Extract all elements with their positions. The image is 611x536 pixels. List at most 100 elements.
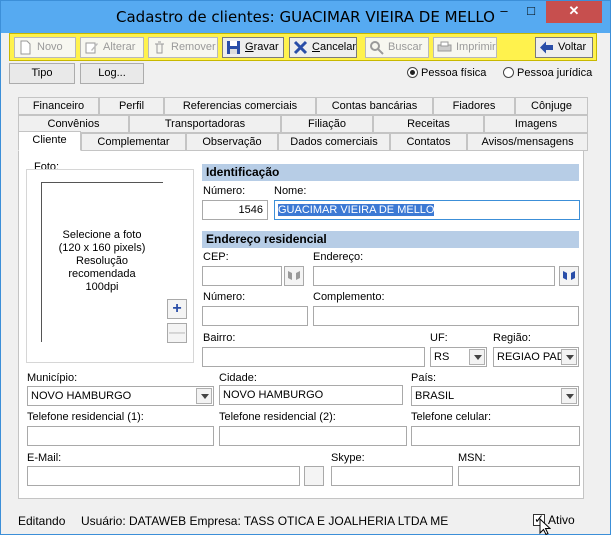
buscar-button[interactable]: Buscar (365, 37, 429, 58)
pais-value: BRASIL (415, 390, 455, 402)
cidade-label: Cidade: (219, 372, 257, 384)
photo-hint-line: Resolução (76, 255, 128, 267)
ativo-label: Ativo (548, 513, 575, 527)
tab-transportadoras[interactable]: Transportadoras (129, 115, 281, 133)
skype-field[interactable] (331, 466, 453, 486)
email-action-button[interactable] (304, 466, 324, 486)
bairro-field[interactable] (202, 347, 425, 367)
binoculars-icon (288, 271, 300, 280)
tab-conjuge[interactable]: Cônjuge (515, 97, 588, 115)
tab-observacao[interactable]: Observação (186, 133, 278, 151)
minimize-button[interactable]: – (491, 1, 517, 23)
cidade-field[interactable]: NOVO HAMBURGO (219, 385, 403, 405)
remove-photo-button[interactable]: — (167, 323, 187, 343)
photo-hint-line: 100dpi (85, 281, 119, 293)
status-mode: Editando (18, 514, 66, 528)
chevron-down-icon[interactable] (469, 349, 485, 365)
chevron-down-icon[interactable] (561, 349, 577, 365)
tab-complementar[interactable]: Complementar (81, 133, 186, 151)
printer-icon (437, 41, 452, 52)
tab-cliente[interactable]: Cliente (18, 131, 81, 151)
tab-dados-comerciais[interactable]: Dados comerciais (278, 133, 390, 151)
endereco-header: Endereço residencial (202, 231, 579, 248)
tel2-label: Telefone residencial (2): (219, 411, 336, 423)
radio-pessoa-juridica[interactable]: Pessoa jurídica (503, 67, 592, 79)
buscar-label: Buscar (388, 41, 423, 53)
client-form-window: Cadastro de clientes: GUACIMAR VIEIRA DE… (0, 0, 611, 536)
photo-hint-line: recomendada (68, 268, 136, 280)
cancelar-button[interactable]: Cancelar (289, 37, 357, 58)
tab-referencias-comerciais[interactable]: Referencias comerciais (164, 97, 316, 115)
tab-filiacao[interactable]: Filiação (281, 115, 373, 133)
numero-field[interactable]: 1546 (202, 200, 268, 220)
end-numero-label: Número: (203, 291, 246, 303)
tab-fiadores[interactable]: Fiadores (433, 97, 515, 115)
complemento-field[interactable] (313, 306, 579, 326)
add-photo-button[interactable]: + (167, 299, 187, 319)
voltar-label: Voltar (558, 41, 587, 53)
endereco-search-button[interactable] (559, 266, 579, 286)
binoculars-icon (563, 271, 575, 280)
tab-contatos[interactable]: Contatos (390, 133, 467, 151)
gravar-button[interactable]: Gravar (222, 37, 284, 58)
pais-label: País: (411, 372, 437, 384)
radio-pessoa-fisica[interactable]: Pessoa física (407, 67, 486, 79)
celular-field[interactable] (411, 426, 580, 446)
tel1-label: Telefone residencial (1): (27, 411, 144, 423)
cep-search-button[interactable] (284, 266, 304, 286)
maximize-button[interactable]: □ (518, 1, 544, 23)
regiao-select[interactable]: REGIAO PAD (493, 347, 579, 367)
cancel-x-icon (293, 40, 308, 55)
tab-receitas[interactable]: Receitas (373, 115, 484, 133)
gravar-label: Gravar (245, 41, 279, 53)
edit-icon (85, 42, 98, 54)
photo-hint-line: Selecione a foto (62, 229, 142, 241)
tab-avisos-mensagens[interactable]: Avisos/mensagens (467, 133, 588, 151)
close-button[interactable]: ✕ (546, 1, 602, 23)
end-numero-field[interactable] (202, 306, 308, 326)
tab-perfil[interactable]: Perfil (99, 97, 164, 115)
cancelar-label: Cancelar (312, 41, 357, 53)
uf-select[interactable]: RS (430, 347, 487, 367)
chevron-down-icon[interactable] (196, 388, 212, 404)
status-user-info: Usuário: DATAWEB Empresa: TASS OTICA E J… (81, 514, 449, 528)
title-bar[interactable]: Cadastro de clientes: GUACIMAR VIEIRA DE… (1, 1, 610, 33)
novo-label: Novo (37, 41, 63, 53)
tel1-field[interactable] (27, 426, 214, 446)
nome-field[interactable]: GUACIMAR VIEIRA DE MELLO (274, 200, 580, 220)
endereco-field[interactable] (313, 266, 555, 286)
radio-dot (407, 67, 418, 78)
regiao-label: Região: (493, 332, 531, 344)
tipo-button[interactable]: Tipo (9, 63, 75, 84)
cep-field[interactable] (202, 266, 282, 286)
save-icon (227, 41, 240, 54)
tab-imagens[interactable]: Imagens (484, 115, 588, 133)
toolbar: Novo Alterar Remover Gravar Cancelar Bus… (9, 33, 597, 61)
novo-button[interactable]: Novo (14, 37, 76, 58)
photo-hint-line: (120 x 160 pixels) (58, 242, 146, 254)
back-arrow-icon (540, 41, 553, 54)
tab-contas-bancarias[interactable]: Contas bancárias (316, 97, 433, 115)
log-button[interactable]: Log... (80, 63, 144, 84)
tab-financeiro[interactable]: Financeiro (18, 97, 99, 115)
identificacao-header: Identificação (202, 164, 579, 181)
celular-label: Telefone celular: (411, 411, 492, 423)
radio-label: Pessoa jurídica (517, 67, 593, 79)
skype-label: Skype: (331, 452, 365, 464)
remover-button[interactable]: Remover (148, 37, 218, 58)
radio-label: Pessoa física (421, 67, 487, 79)
email-label: E-Mail: (27, 452, 62, 464)
radio-dot (503, 67, 514, 78)
tel2-field[interactable] (219, 426, 407, 446)
imprimir-button[interactable]: Imprimir (433, 37, 497, 58)
municipio-select[interactable]: NOVO HAMBURGO (27, 386, 214, 406)
msn-field[interactable] (458, 466, 580, 486)
email-field[interactable] (27, 466, 300, 486)
uf-label: UF: (430, 332, 448, 344)
trash-icon (155, 41, 164, 54)
regiao-value: REGIAO PAD (497, 351, 565, 363)
chevron-down-icon[interactable] (561, 388, 577, 404)
voltar-button[interactable]: Voltar (535, 37, 593, 58)
alterar-button[interactable]: Alterar (80, 37, 144, 58)
pais-select[interactable]: BRASIL (411, 386, 579, 406)
